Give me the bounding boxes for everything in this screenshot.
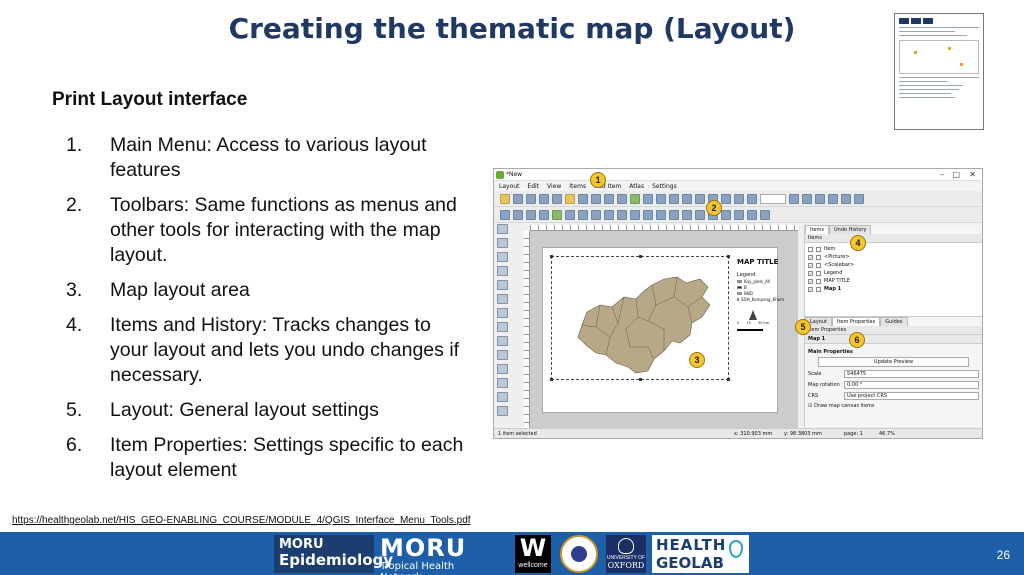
- source-link[interactable]: https://healthgeolab.net/HIS_GEO-ENABLIN…: [12, 515, 471, 526]
- crs-row: CRS Use project CRS: [808, 392, 979, 400]
- close-icon: ✕: [969, 170, 976, 179]
- item-number: 3.: [66, 279, 83, 301]
- tab-item-properties: Item Properties: [832, 317, 881, 326]
- properties-pane-title: Item Properties: [805, 326, 982, 335]
- tab-items: Items: [805, 225, 829, 234]
- list-item: 6. Item Properties: Settings specific to …: [66, 433, 466, 483]
- panel-tabs-bottom: Layout Item Properties Guides: [805, 317, 982, 326]
- list-item: ✓ <Picture>: [808, 254, 850, 260]
- steps-list: 1. Main Menu: Access to various layout fe…: [66, 133, 466, 493]
- list-item: ✓ Map 1: [808, 286, 842, 292]
- list-item: 3. Map layout area: [66, 278, 466, 303]
- status-selection: 1 item selected: [498, 431, 537, 437]
- list-item: 1. Main Menu: Access to various layout fe…: [66, 133, 466, 183]
- moru-epidemiology-logo: MORU Epidemiology: [274, 535, 393, 573]
- draw-canvas-checkbox: ☑ Draw map canvas items: [808, 403, 875, 409]
- item-number: 2.: [66, 194, 83, 216]
- map-title: MAP TITLE: [737, 258, 779, 266]
- list-item: ✓ <Scalebar>: [808, 262, 855, 268]
- status-page: page: 1: [844, 431, 863, 437]
- university-seal-logo: [560, 535, 598, 573]
- thumbnail-logos: [899, 18, 979, 24]
- update-preview-button: Update Preview: [818, 357, 969, 367]
- legend-title: Legend: [737, 272, 756, 278]
- item-text: Map layout area: [110, 279, 250, 301]
- panel-tabs-top: Items Undo History: [805, 225, 982, 234]
- items-column-header: Item: [808, 245, 979, 253]
- item-number: 4.: [66, 314, 83, 336]
- legend-area: MAP TITLE Legend Kay_plots_All B BND SDH…: [737, 258, 784, 331]
- callout-marker: 2: [706, 200, 722, 216]
- rotation-row: Map rotation 0.00 °: [808, 381, 979, 389]
- wellcome-logo: W wellcome: [515, 535, 551, 573]
- list-item: ✓ MAP TITLE: [808, 278, 850, 284]
- item-text: Items and History: Tracks changes to you…: [110, 314, 460, 386]
- items-pane-title: Items: [805, 234, 982, 243]
- toolbar-bottom: [494, 207, 982, 223]
- minimize-icon: –: [940, 170, 944, 179]
- window-titlebar: *New – □ ✕: [494, 169, 982, 181]
- tab-undo-history: Undo History: [829, 225, 872, 234]
- thumbnail-figure: [899, 40, 979, 74]
- oxford-crest-icon: [618, 538, 634, 554]
- item-properties: Main Properties Update Preview Scale 5464…: [805, 344, 982, 411]
- legend-entry: BND: [737, 291, 783, 296]
- list-item: 5. Layout: General layout settings: [66, 398, 466, 423]
- north-arrow-icon: [749, 310, 757, 320]
- status-y: y: 98.3803 mm: [784, 431, 822, 437]
- menu-edit: Edit: [527, 182, 540, 190]
- qgis-icon: [496, 171, 504, 179]
- item-number: 1.: [66, 134, 83, 156]
- menu-layout: Layout: [499, 182, 520, 190]
- scale-labels: 0 15 30 km: [737, 321, 769, 325]
- menu-view: View: [547, 182, 562, 190]
- menu-settings: Settings: [652, 182, 677, 190]
- item-text: Item Properties: Settings specific to ea…: [110, 434, 464, 481]
- window-title: *New: [506, 171, 523, 178]
- document-thumbnail: [894, 13, 984, 130]
- callout-marker: 3: [689, 352, 705, 368]
- selected-item-name: Map 1: [805, 335, 982, 344]
- side-panel: Items Undo History Items Item ✓ <Picture>…: [804, 225, 982, 427]
- menu-items: Items: [569, 182, 587, 190]
- health-geolab-logo: HEALTH GEOLAB Hub: [652, 535, 749, 575]
- list-item: ✓ Legend: [808, 270, 843, 276]
- oxford-logo: UNIVERSITY OF OXFORD: [606, 535, 646, 573]
- item-number: 6.: [66, 434, 83, 456]
- status-zoom: 46.7%: [879, 431, 895, 437]
- callout-marker: 6: [849, 332, 865, 348]
- scale-row: Scale 546475: [808, 370, 979, 378]
- map-layout-area: MAP TITLE Legend Kay_plots_All B BND SDH…: [530, 231, 798, 429]
- slide-title: Creating the thematic map (Layout): [228, 12, 796, 45]
- item-text: Toolbars: Same functions as menus and ot…: [110, 194, 457, 266]
- menu-atlas: Atlas: [629, 182, 645, 190]
- legend-entry: Kay_plots_All: [737, 279, 783, 284]
- item-number: 5.: [66, 399, 83, 421]
- item-text: Layout: General layout settings: [110, 399, 379, 421]
- tools-toolbar: [497, 224, 510, 424]
- legend-entry: B: [737, 285, 783, 290]
- list-item: 4. Items and History: Tracks changes to y…: [66, 313, 466, 388]
- main-properties-group: Main Properties: [808, 349, 853, 355]
- list-item: 2. Toolbars: Same functions as menus and …: [66, 193, 466, 268]
- qgis-print-layout-screenshot: *New – □ ✕ Layout Edit View Items Add It…: [493, 168, 983, 439]
- toolbar-top: [494, 191, 982, 207]
- main-menu: Layout Edit View Items Add Item Atlas Se…: [494, 181, 982, 191]
- scalebar: [737, 329, 763, 331]
- status-bar: 1 item selected x: 310.903 mm y: 98.3803…: [494, 428, 982, 438]
- page-number: 26: [996, 548, 1010, 562]
- callout-marker: 1: [590, 172, 606, 188]
- subheading: Print Layout interface: [52, 89, 248, 110]
- footer-bar: MORU Epidemiology MORU Tropical Health N…: [0, 532, 1024, 575]
- callout-marker: 5: [795, 319, 811, 335]
- moru-tropical-health-logo: MORU Tropical Health Network: [380, 534, 467, 575]
- status-x: x: 310.903 mm: [734, 431, 773, 437]
- items-list: Item ✓ <Picture> ✓ <Scalebar> ✓ Legend ✓ MAP…: [805, 243, 982, 317]
- legend-entry: SDH_Kampong_Khom: [737, 297, 784, 302]
- maximize-icon: □: [952, 170, 960, 179]
- item-text: Main Menu: Access to various layout feat…: [110, 134, 427, 181]
- callout-marker: 4: [850, 235, 866, 251]
- tab-guides: Guides: [880, 317, 908, 326]
- layout-page: MAP TITLE Legend Kay_plots_All B BND SDH…: [542, 247, 784, 413]
